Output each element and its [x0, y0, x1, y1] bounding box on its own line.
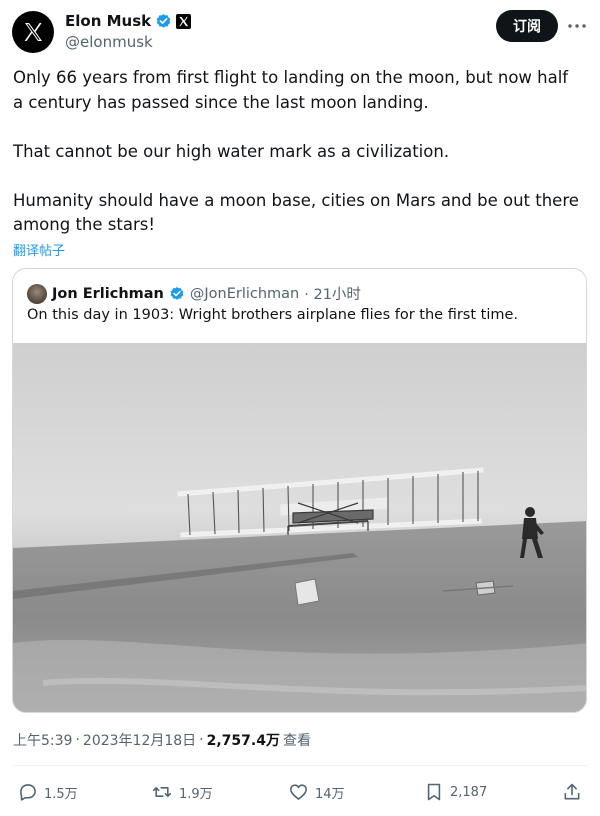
- verified-badge-icon[interactable]: [155, 13, 172, 30]
- bookmark-button[interactable]: 2,187: [424, 778, 487, 806]
- quoted-post[interactable]: Jon Erlichman @JonErlichman · 21小时 On th…: [12, 268, 587, 713]
- post-paragraph: Humanity should have a moon base, cities…: [13, 190, 579, 235]
- avatar[interactable]: [12, 11, 54, 53]
- reply-button[interactable]: 1.5万: [18, 778, 78, 806]
- quoted-timestamp[interactable]: · 21小时: [304, 283, 361, 304]
- author-handle[interactable]: @elonmusk: [65, 33, 191, 51]
- subscribe-button[interactable]: 订阅: [496, 10, 558, 42]
- meta-separator: ·: [199, 732, 204, 748]
- post-time[interactable]: 上午5:39: [13, 730, 72, 750]
- share-icon: [564, 783, 580, 800]
- views-label[interactable]: 查看: [283, 730, 311, 750]
- quoted-photo[interactable]: [13, 343, 587, 713]
- reply-count: 1.5万: [44, 786, 78, 802]
- reply-icon: [20, 784, 36, 801]
- views-count[interactable]: 2,757.4万: [207, 730, 280, 750]
- quoted-text: On this day in 1903: Wright brothers air…: [27, 307, 519, 323]
- author-name[interactable]: Elon Musk: [65, 12, 151, 30]
- post-header: Elon Musk @elonmusk 订阅: [12, 8, 588, 56]
- repost-count: 1.9万: [179, 786, 213, 802]
- verified-badge-icon[interactable]: [169, 286, 185, 302]
- repost-button[interactable]: 1.9万: [151, 778, 213, 806]
- post-text: Only 66 years from first flight to landi…: [13, 66, 583, 238]
- x-logo-icon: [24, 23, 42, 41]
- post-date[interactable]: 2023年12月18日: [83, 730, 196, 750]
- translate-post-link[interactable]: 翻译帖子: [13, 240, 65, 259]
- repost-icon: [152, 787, 172, 797]
- share-button[interactable]: [562, 778, 582, 806]
- like-count: 14万: [315, 786, 345, 802]
- post-paragraph: Only 66 years from first flight to landi…: [13, 68, 569, 112]
- like-button[interactable]: 14万: [288, 778, 345, 806]
- more-icon[interactable]: [566, 16, 588, 36]
- x-affiliate-icon[interactable]: [176, 13, 192, 29]
- action-bar: 1.5万 1.9万 14万 2,187: [18, 778, 588, 806]
- post-meta: 上午5:39 · 2023年12月18日 · 2,757.4万 查看: [13, 730, 311, 750]
- quoted-author-name[interactable]: Jon Erlichman: [52, 286, 164, 302]
- bookmark-icon: [427, 783, 441, 801]
- like-icon: [290, 784, 307, 800]
- post-paragraph: That cannot be our high water mark as a …: [13, 141, 450, 161]
- quoted-avatar[interactable]: [27, 283, 47, 304]
- quoted-author-handle[interactable]: @JonErlichman: [190, 286, 299, 302]
- divider: [13, 765, 587, 766]
- bookmark-count: 2,187: [450, 784, 488, 800]
- meta-separator: ·: [75, 732, 80, 748]
